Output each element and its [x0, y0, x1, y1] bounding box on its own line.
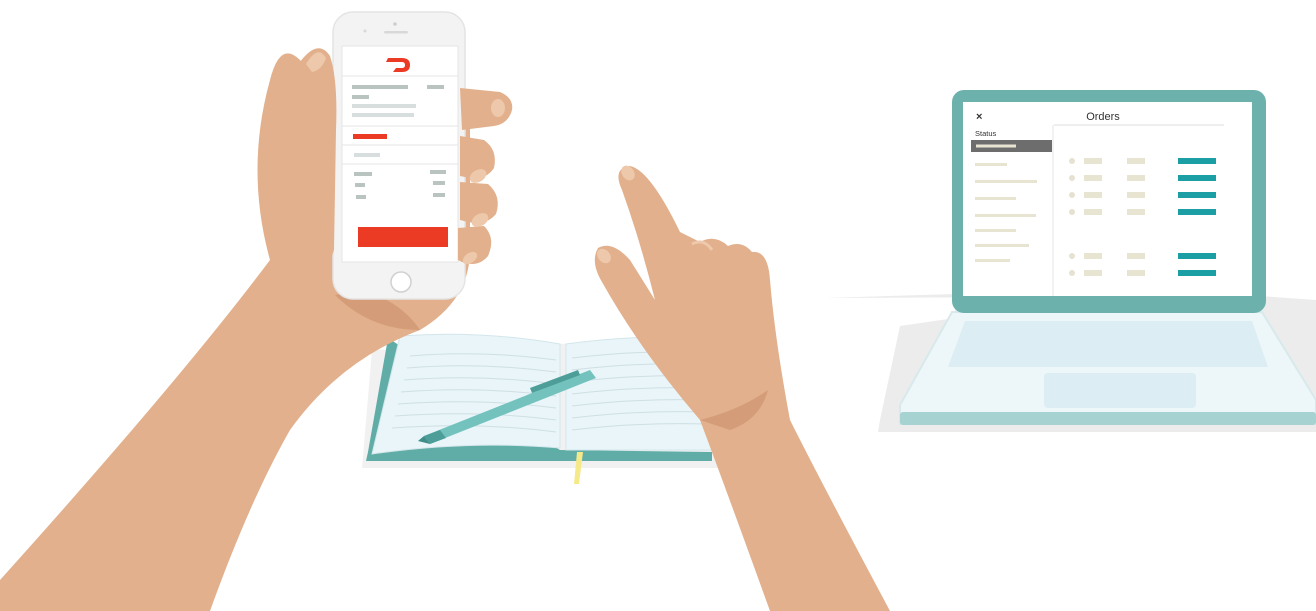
sidebar-item[interactable]	[975, 229, 1016, 232]
app-line	[433, 193, 445, 197]
row-cell	[1084, 192, 1102, 198]
row-cell	[1084, 253, 1102, 259]
app-line	[355, 183, 365, 187]
row-status-dot	[1069, 175, 1075, 181]
row-cell	[1127, 175, 1145, 181]
app-accent-line	[353, 134, 387, 139]
sidebar-item[interactable]	[975, 197, 1016, 200]
left-hand-with-phone	[0, 11, 513, 611]
sidebar-heading: Status	[975, 129, 997, 138]
app-line	[352, 113, 414, 117]
row-action-button[interactable]	[1178, 253, 1216, 259]
row-status-dot	[1069, 192, 1075, 198]
order-row[interactable]	[1069, 209, 1216, 215]
laptop-trackpad	[1044, 373, 1196, 408]
home-button-icon[interactable]	[390, 271, 412, 293]
app-line	[430, 170, 446, 174]
row-cell	[1084, 158, 1102, 164]
laptop-base-edge	[900, 412, 1316, 425]
illustration-scene: × Orders Status	[0, 11, 1316, 611]
order-row[interactable]	[1069, 192, 1216, 198]
row-cell	[1127, 158, 1145, 164]
app-line	[356, 195, 366, 199]
row-action-button[interactable]	[1178, 158, 1216, 164]
app-line	[352, 95, 369, 99]
checkout-button[interactable]	[358, 227, 448, 247]
sidebar-item-active-label	[976, 144, 1016, 148]
app-line	[352, 85, 408, 89]
row-status-dot	[1069, 158, 1075, 164]
app-line	[352, 104, 416, 108]
close-icon[interactable]: ×	[976, 111, 982, 123]
row-status-dot	[1069, 270, 1075, 276]
app-line	[354, 172, 372, 176]
row-status-dot	[1069, 253, 1075, 259]
row-cell	[1127, 270, 1145, 276]
row-cell	[1127, 253, 1145, 259]
sidebar-item[interactable]	[975, 259, 1010, 262]
left-fingernail	[491, 99, 505, 117]
laptop-keyboard-panel	[948, 321, 1268, 367]
row-cell	[1127, 192, 1145, 198]
app-line	[354, 153, 380, 157]
phone	[332, 11, 466, 300]
sidebar-item[interactable]	[975, 214, 1036, 217]
row-action-button[interactable]	[1178, 270, 1216, 276]
phone-camera	[393, 22, 397, 26]
laptop: × Orders Status	[826, 90, 1316, 432]
app-line	[433, 181, 445, 185]
row-cell	[1084, 270, 1102, 276]
window-title: Orders	[1086, 111, 1120, 123]
row-cell	[1084, 175, 1102, 181]
sidebar-item[interactable]	[975, 244, 1029, 247]
app-line	[427, 85, 444, 89]
order-row[interactable]	[1069, 175, 1216, 181]
row-action-button[interactable]	[1178, 175, 1216, 181]
order-row[interactable]	[1069, 253, 1216, 259]
row-action-button[interactable]	[1178, 192, 1216, 198]
order-row[interactable]	[1069, 158, 1216, 164]
sidebar-item[interactable]	[975, 163, 1007, 166]
row-cell	[1127, 209, 1145, 215]
row-cell	[1084, 209, 1102, 215]
row-action-button[interactable]	[1178, 209, 1216, 215]
sidebar-item[interactable]	[975, 180, 1037, 183]
phone-speaker	[384, 31, 408, 34]
row-status-dot	[1069, 209, 1075, 215]
phone-sensor	[363, 29, 367, 33]
order-row[interactable]	[1069, 270, 1216, 276]
